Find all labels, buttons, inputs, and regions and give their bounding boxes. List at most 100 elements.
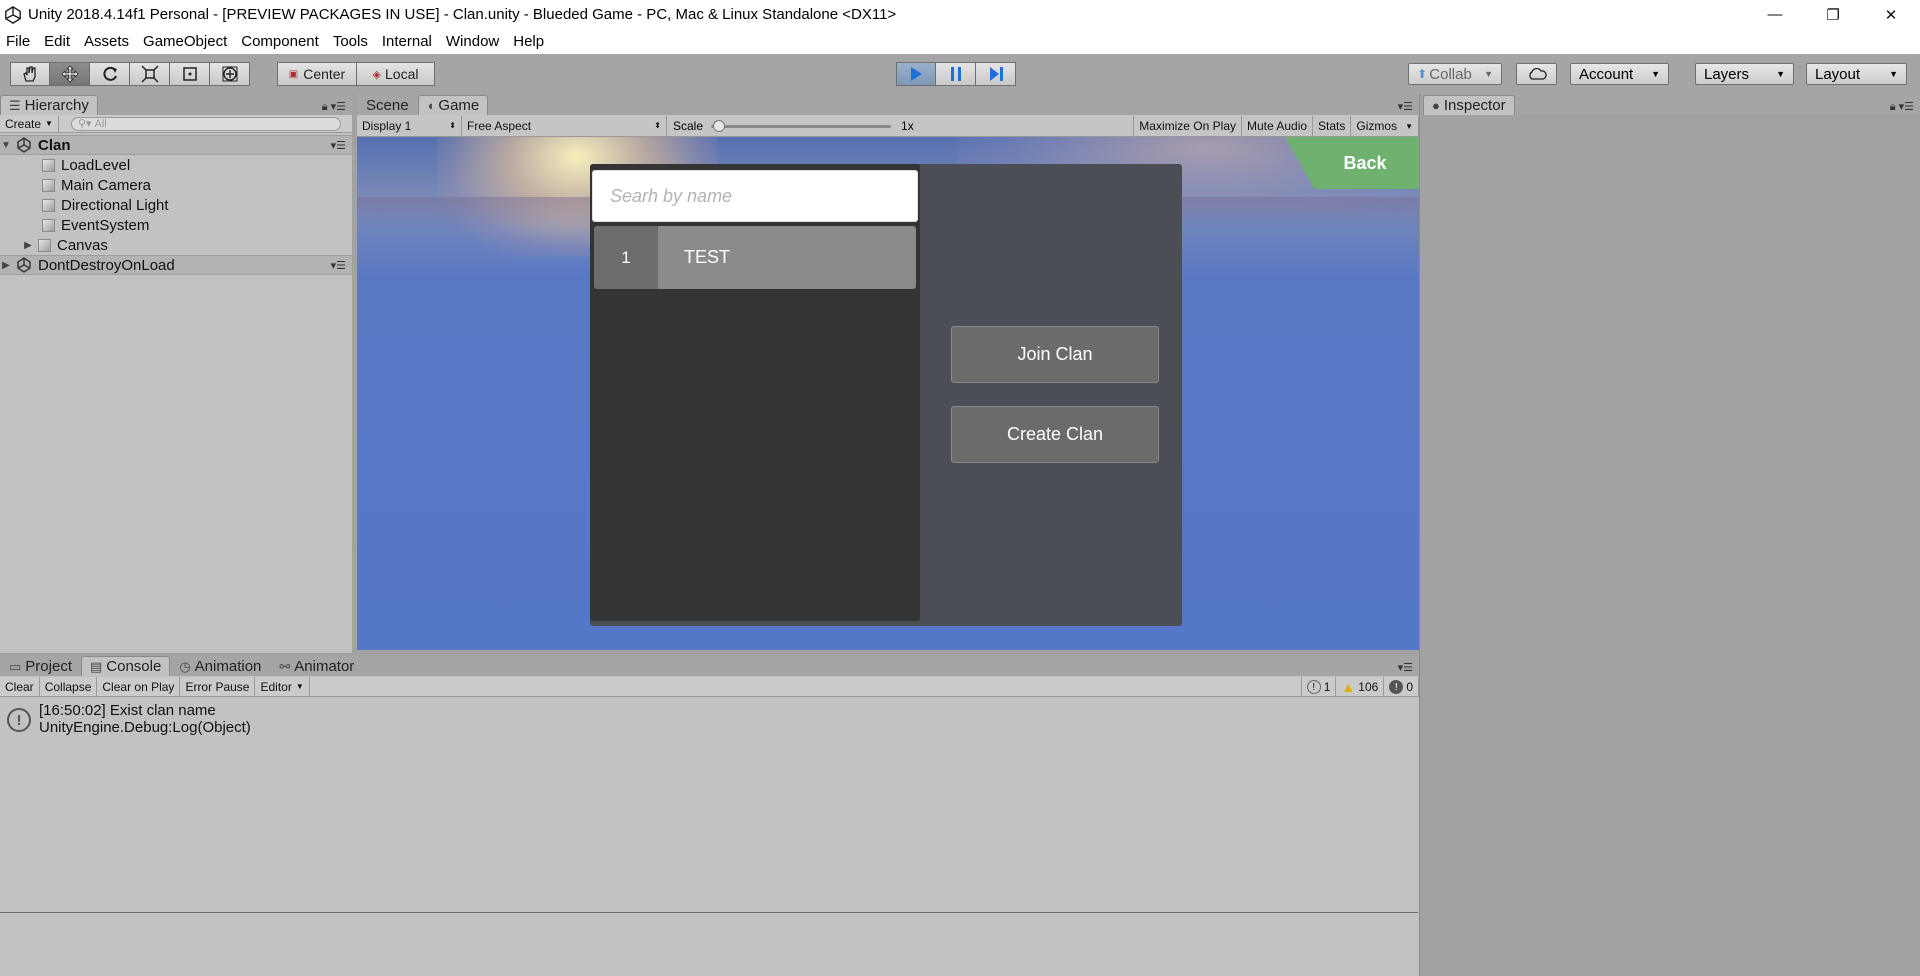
log-info-icon: ! xyxy=(7,708,31,732)
console-filters: ! 1 ▲ 106 ! 0 xyxy=(1300,677,1419,697)
tab-project[interactable]: ▭ Project xyxy=(0,656,81,676)
game-viewport[interactable]: Searh by name 1 TEST Join Clan Create Cl… xyxy=(357,137,1419,650)
maximize-button[interactable]: ❐ xyxy=(1804,0,1862,29)
minimize-button[interactable]: — xyxy=(1746,0,1804,29)
chevron-down-icon: ▼ xyxy=(1776,69,1785,79)
collab-dropdown[interactable]: ⬆ Collab ▼ xyxy=(1408,63,1502,85)
scene-unity-icon xyxy=(17,257,31,273)
mute-audio-toggle[interactable]: Mute Audio xyxy=(1242,116,1314,136)
play-button[interactable] xyxy=(896,62,936,86)
transform-tool-button[interactable] xyxy=(210,62,250,86)
scale-slider-thumb[interactable] xyxy=(713,119,726,132)
pivot-local-button[interactable]: ◈ Local xyxy=(357,62,435,86)
hand-icon xyxy=(23,66,36,82)
chevron-updown-icon: ⬍ xyxy=(654,121,661,130)
main-toolbar: ▣ Center ◈ Local ⬆ Collab ▼ Account ▼ La… xyxy=(0,54,1920,94)
menu-help[interactable]: Help xyxy=(513,33,544,50)
hierarchy-create-button[interactable]: Create ▼ xyxy=(0,115,59,132)
clan-list-row[interactable]: 1 TEST xyxy=(594,226,916,289)
menu-tools[interactable]: Tools xyxy=(333,33,368,50)
lock-icon[interactable]: 🔒︎ ▾☰ xyxy=(1890,100,1914,114)
console-error-pause-toggle[interactable]: Error Pause xyxy=(180,676,256,697)
rect-icon xyxy=(182,67,197,81)
scene-menu-icon[interactable]: ▾☰ xyxy=(331,259,346,272)
scene-unity-icon xyxy=(17,137,31,153)
clan-name: TEST xyxy=(684,247,731,267)
rect-tool-button[interactable] xyxy=(170,62,210,86)
tab-inspector[interactable]: ● Inspector xyxy=(1423,95,1515,115)
console-log-entry[interactable]: ! [16:50:02] Exist clan name UnityEngine… xyxy=(0,700,1418,740)
panel-menu-icon[interactable]: ▾☰ xyxy=(1398,100,1413,113)
menu-file[interactable]: File xyxy=(6,33,30,50)
expand-arrow-icon[interactable]: ▶ xyxy=(0,260,12,271)
menu-edit[interactable]: Edit xyxy=(44,33,70,50)
hierarchy-search-input[interactable]: ⚲▾ All xyxy=(70,116,341,131)
nodes-icon: ⚯ xyxy=(279,658,291,674)
transform-icon xyxy=(222,66,237,82)
menu-window[interactable]: Window xyxy=(446,33,499,50)
clock-icon: ◷ xyxy=(179,658,191,674)
warning-filter-toggle[interactable]: ▲ 106 xyxy=(1336,677,1385,697)
info-icon: ● xyxy=(1432,98,1440,113)
tab-scene[interactable]: Scene xyxy=(357,95,418,115)
collab-cloud-icon: ⬆ xyxy=(1417,67,1428,81)
step-button[interactable] xyxy=(976,62,1016,86)
console-collapse-toggle[interactable]: Collapse xyxy=(40,676,98,697)
clan-list-panel: Searh by name 1 TEST xyxy=(590,164,920,621)
layout-dropdown[interactable]: Layout ▼ xyxy=(1806,63,1907,85)
cloud-services-button[interactable] xyxy=(1516,63,1557,85)
expand-arrow-icon[interactable]: ▼ xyxy=(0,140,12,151)
scale-tool-button[interactable] xyxy=(130,62,170,86)
pause-button[interactable] xyxy=(936,62,976,86)
gameobject-cube-icon xyxy=(42,218,55,232)
menu-internal[interactable]: Internal xyxy=(382,33,432,50)
join-clan-button[interactable]: Join Clan xyxy=(951,326,1159,383)
scale-slider[interactable] xyxy=(711,119,892,132)
maximize-on-play-toggle[interactable]: Maximize On Play xyxy=(1133,116,1242,136)
splitter[interactable] xyxy=(1419,94,1423,976)
layers-dropdown[interactable]: Layers ▼ xyxy=(1695,63,1794,85)
console-editor-dropdown[interactable]: Editor ▼ xyxy=(255,676,310,697)
menu-component[interactable]: Component xyxy=(241,33,319,50)
list-item[interactable]: EventSystem xyxy=(0,215,352,235)
tab-animation[interactable]: ◷ Animation xyxy=(170,656,270,676)
account-dropdown[interactable]: Account ▼ xyxy=(1570,63,1669,85)
warning-icon: ▲ xyxy=(1341,679,1356,695)
console-clear-button[interactable]: Clear xyxy=(0,676,40,697)
lock-icon[interactable]: 🔒︎ ▾☰ xyxy=(322,100,346,114)
console-clear-on-play-toggle[interactable]: Clear on Play xyxy=(97,676,181,697)
tab-hierarchy[interactable]: ☰ Hierarchy xyxy=(0,95,98,115)
display-dropdown[interactable]: Display 1 ⬍ xyxy=(357,115,462,136)
list-item[interactable]: Main Camera xyxy=(0,175,352,195)
expand-arrow-icon[interactable]: ▶ xyxy=(22,240,34,251)
unity-logo-icon xyxy=(5,5,21,24)
list-item[interactable]: ▶ Canvas xyxy=(0,235,352,255)
list-item[interactable]: LoadLevel xyxy=(0,155,352,175)
rotate-tool-button[interactable] xyxy=(90,62,130,86)
hand-tool-button[interactable] xyxy=(10,62,50,86)
stats-toggle[interactable]: Stats xyxy=(1313,116,1352,136)
pivot-center-button[interactable]: ▣ Center xyxy=(277,62,357,86)
menu-assets[interactable]: Assets xyxy=(84,33,129,50)
close-button[interactable]: ✕ xyxy=(1862,0,1920,29)
panel-menu-icon[interactable]: ▾☰ xyxy=(1398,661,1413,674)
tab-game[interactable]: ◖ Game xyxy=(417,95,489,115)
clan-search-input[interactable]: Searh by name xyxy=(592,170,918,222)
hierarchy-toolbar: Create ▼ ⚲▾ All xyxy=(0,115,352,133)
move-icon xyxy=(60,65,79,83)
create-clan-button[interactable]: Create Clan xyxy=(951,406,1159,463)
tab-console[interactable]: ▤ Console xyxy=(80,656,171,676)
move-tool-button[interactable] xyxy=(50,62,90,86)
tab-animator[interactable]: ⚯ Animator xyxy=(270,656,363,676)
info-filter-toggle[interactable]: ! 1 xyxy=(1300,677,1337,697)
gizmos-toggle[interactable]: Gizmos ▼ xyxy=(1351,116,1419,136)
error-filter-toggle[interactable]: ! 0 xyxy=(1384,677,1419,697)
local-icon: ◈ xyxy=(372,68,381,81)
hierarchy-dontdestroy-row[interactable]: ▶ DontDestroyOnLoad ▾☰ xyxy=(0,255,352,275)
scene-menu-icon[interactable]: ▾☰ xyxy=(331,139,346,152)
hierarchy-scene-row[interactable]: ▼ Clan ▾☰ xyxy=(0,135,352,155)
list-item[interactable]: Directional Light xyxy=(0,195,352,215)
menu-gameobject[interactable]: GameObject xyxy=(143,33,227,50)
aspect-dropdown[interactable]: Free Aspect ⬍ xyxy=(462,115,667,136)
info-icon: ! xyxy=(1306,680,1321,694)
